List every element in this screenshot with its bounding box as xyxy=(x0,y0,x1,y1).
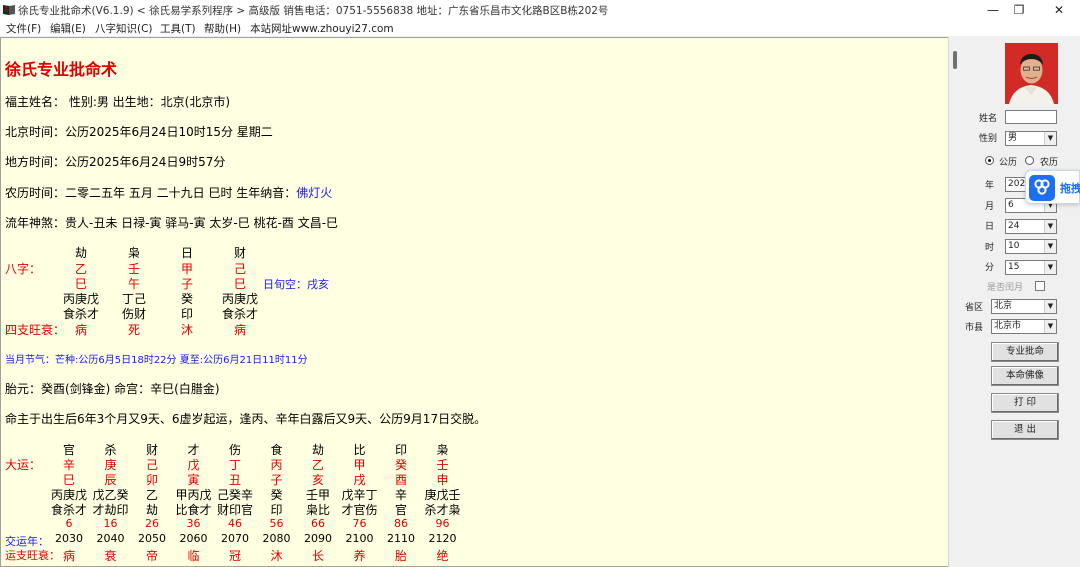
year-label: 年 xyxy=(985,181,995,191)
print-button[interactable]: 打 印 xyxy=(991,393,1059,413)
day-label: 日 xyxy=(985,222,995,232)
window-title: 徐氏专业批命术(V6.1.9) < 徐氏易学系列程序 > 高级版 销售电话：07… xyxy=(18,5,609,17)
chevron-down-icon: ▼ xyxy=(1044,320,1056,333)
report-heading: 徐氏专业批命术 xyxy=(5,60,118,79)
leap-month-label: 是否闰月 xyxy=(987,283,1024,293)
gender-select[interactable]: 男 ▼ xyxy=(1005,131,1057,146)
scrollbar-thumb[interactable] xyxy=(953,51,957,69)
menu-bar: 文件(F) 编辑(E) 八字知识(C) 工具(T) 帮助(H) 本站网址www.… xyxy=(0,20,1080,36)
owner-line: 福主姓名： 性别:男 出生地：北京(北京市) xyxy=(5,95,231,109)
day-select[interactable]: 24 ▼ xyxy=(1005,219,1057,234)
bazi-hidden-gods: 食杀才 xyxy=(221,307,258,321)
dayun-state: 绝 xyxy=(436,549,449,563)
chevron-down-icon: ▼ xyxy=(1044,132,1056,145)
hour-select[interactable]: 10 ▼ xyxy=(1005,239,1057,254)
dayun-start-year: 2120 xyxy=(428,532,457,545)
input-panel: 姓名 性别 男▼ 公历 农历 年 2025▼ 月 6▼ 日 24▼ 时 10▼ … xyxy=(963,37,1080,567)
bazi-label: 八字： xyxy=(5,262,42,276)
cloud-link-icon xyxy=(1029,175,1055,201)
leap-month-checkbox[interactable] xyxy=(1035,281,1045,291)
floating-widget-label: 拖拽 xyxy=(1060,182,1080,195)
menu-website[interactable]: 本站网址www.zhouyi27.com xyxy=(250,21,394,36)
menu-edit[interactable]: 编辑(E) xyxy=(50,21,86,36)
chevron-down-icon: ▼ xyxy=(1044,300,1056,313)
month-label: 月 xyxy=(985,202,995,212)
author-photo xyxy=(1005,43,1058,104)
restore-icon: ❐ xyxy=(1013,3,1025,17)
name-label: 姓名 xyxy=(979,114,998,124)
close-button[interactable]: ✕ xyxy=(1036,0,1080,20)
hour-label: 时 xyxy=(985,243,995,253)
minute-value: 15 xyxy=(1008,262,1020,272)
beijing-time: 北京时间：公历2025年6月24日10时15分 星期二 xyxy=(5,125,273,139)
taiyuan-line: 胎元：癸酉(剑锋金) 命宫：辛巳(白腊金) xyxy=(5,382,220,396)
province-value: 北京 xyxy=(994,301,1013,311)
bazi-hidden-gods: 伤财 xyxy=(121,307,146,321)
dayun-label: 大运： xyxy=(5,458,42,472)
bazi-god: 劫 xyxy=(74,246,87,260)
local-time: 地方时间：公历2025年6月24日9时57分 xyxy=(5,155,226,169)
county-select[interactable]: 北京市 ▼ xyxy=(991,319,1057,334)
name-input[interactable] xyxy=(1005,110,1057,124)
gender-value: 男 xyxy=(1008,133,1018,143)
menu-help[interactable]: 帮助(H) xyxy=(204,21,241,36)
county-label: 市县 xyxy=(965,323,984,333)
professional-reading-button[interactable]: 专业批命 xyxy=(991,342,1059,362)
chevron-down-icon: ▼ xyxy=(1044,220,1056,233)
lunar-time-text: 农历时间：二零二五年 五月 二十九日 巳时 生年纳音： xyxy=(5,186,297,200)
minute-label: 分 xyxy=(985,263,995,273)
day-void: 日旬空：戌亥 xyxy=(263,278,329,291)
menu-tools[interactable]: 工具(T) xyxy=(160,21,196,36)
portrait-image xyxy=(1005,43,1058,104)
bazi-god: 日 xyxy=(180,246,193,260)
solar-calendar-label: 公历 xyxy=(999,158,1018,168)
bazi-hidden-gods: 食杀才 xyxy=(62,307,99,321)
close-icon: ✕ xyxy=(1053,3,1065,17)
exit-button[interactable]: 退 出 xyxy=(991,420,1059,440)
minute-select[interactable]: 15 ▼ xyxy=(1005,260,1057,275)
bazi-state: 病 xyxy=(74,323,87,337)
menu-bazi-knowledge[interactable]: 八字知识(C) xyxy=(95,21,153,36)
hour-value: 10 xyxy=(1008,241,1020,251)
bazi-state: 病 xyxy=(233,323,246,337)
app-book-icon xyxy=(3,5,15,15)
day-value: 24 xyxy=(1008,221,1020,231)
month-value: 6 xyxy=(1008,200,1014,210)
bazi-state: 死 xyxy=(127,323,140,337)
report-area[interactable]: 徐氏专业批命术 福主姓名： 性别:男 出生地：北京(北京市) 北京时间：公历20… xyxy=(0,37,948,567)
title-bar: 徐氏专业批命术(V6.1.9) < 徐氏易学系列程序 > 高级版 销售电话：07… xyxy=(0,0,1080,20)
bazi-state: 沐 xyxy=(180,323,193,337)
lunar-calendar-label: 农历 xyxy=(1040,158,1059,168)
floating-drag-widget[interactable]: 拖拽 xyxy=(1025,170,1080,204)
menu-file[interactable]: 文件(F) xyxy=(6,21,41,36)
lunar-calendar-radio[interactable] xyxy=(1025,156,1034,165)
chevron-down-icon: ▼ xyxy=(1044,261,1056,274)
province-select[interactable]: 北京 ▼ xyxy=(991,299,1057,314)
chevron-down-icon: ▼ xyxy=(1044,240,1056,253)
solar-terms: 当月节气：芒种:公历6月5日18时22分 夏至:公历6月21日11时11分 xyxy=(5,355,308,366)
vertical-scrollbar[interactable] xyxy=(948,37,962,567)
bazi-god: 枭 xyxy=(127,246,140,260)
dayun-start-age: 96 xyxy=(435,517,450,530)
buddha-image-button[interactable]: 本命佛像 xyxy=(991,366,1059,386)
solar-calendar-radio[interactable] xyxy=(985,156,994,165)
shensha-line: 流年神煞：贵人-丑未 日禄-寅 驿马-寅 太岁-巳 桃花-酉 文昌-巳 xyxy=(5,216,339,230)
bazi-god: 财 xyxy=(233,246,246,260)
dayun-hidden-gods: 杀才枭 xyxy=(424,503,461,517)
county-value: 北京市 xyxy=(994,321,1022,331)
gender-label: 性别 xyxy=(979,134,998,144)
nayin-value: 佛灯火 xyxy=(296,186,333,200)
bazi-hidden-gods: 印 xyxy=(180,307,193,321)
qiyun-line: 命主于出生后6年3个月又9天、6虚岁起运，逢丙、辛年白露后又9天、公历9月17日… xyxy=(5,412,487,426)
lunar-time: 农历时间：二零二五年 五月 二十九日 巳时 生年纳音：佛灯火 xyxy=(5,184,332,201)
province-label: 省区 xyxy=(965,303,984,313)
